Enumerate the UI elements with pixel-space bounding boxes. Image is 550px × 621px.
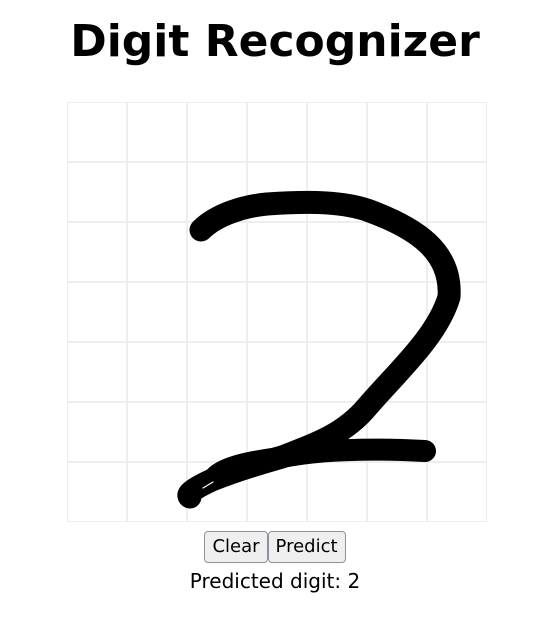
drawing-canvas[interactable] (67, 102, 487, 522)
button-row: Clear Predict (0, 531, 550, 563)
drawing-canvas-svg[interactable] (67, 102, 487, 522)
page-title: Digit Recognizer (70, 16, 480, 67)
prediction-result: Predicted digit: 2 (189, 569, 361, 593)
clear-button[interactable]: Clear (204, 531, 268, 563)
predict-button[interactable]: Predict (267, 531, 346, 563)
